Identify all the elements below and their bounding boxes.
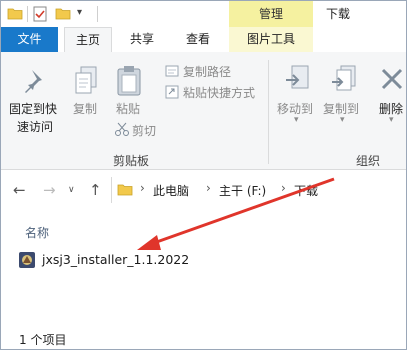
annotation-arrow <box>137 177 335 250</box>
status-item-count: 1 个项目 <box>19 333 67 347</box>
explorer-window: ▾ 管理 下载 文件 主页 共享 查看 图片工具 固定到快 速访问 复制 粘贴 <box>0 0 407 350</box>
